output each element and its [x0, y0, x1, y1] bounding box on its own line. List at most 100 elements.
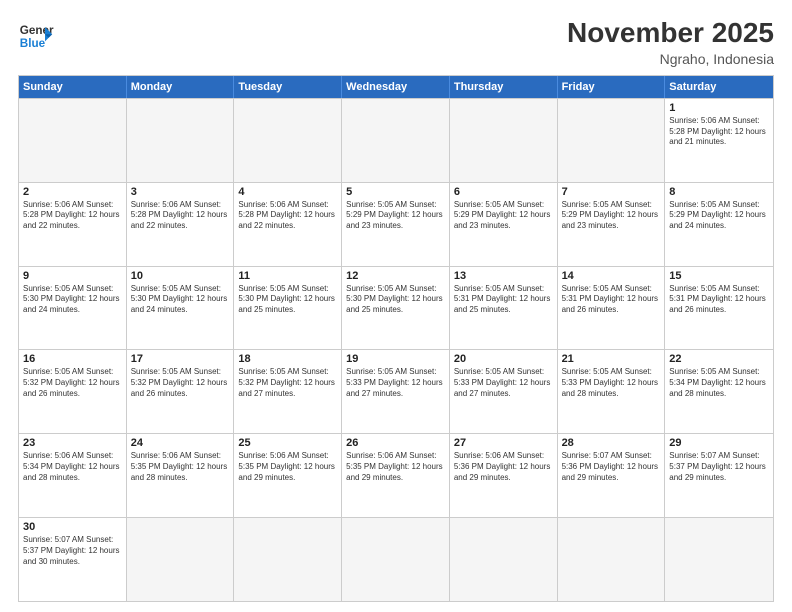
day-number: 25 [238, 437, 337, 449]
day-number: 30 [23, 521, 122, 533]
cal-cell: 6Sunrise: 5:05 AM Sunset: 5:29 PM Daylig… [450, 183, 558, 266]
cal-cell: 19 Sunrise: 5:05 AM Sunset: 5:33 PM Dayli… [342, 350, 450, 433]
day-info: Sunrise: 5:06 AM Sunset: 5:28 PM Dayligh… [131, 200, 230, 232]
day-info: Sunrise: 5:06 AM Sunset: 5:34 PM Dayligh… [23, 451, 122, 483]
cal-week-4: 23 Sunrise: 5:06 AM Sunset: 5:34 PM Dayli… [19, 433, 773, 517]
day-number: 21 [562, 353, 661, 365]
calendar: SundayMondayTuesdayWednesdayThursdayFrid… [18, 75, 774, 602]
cal-cell: 14 Sunrise: 5:05 AM Sunset: 5:31 PM Dayli… [558, 267, 666, 350]
cal-cell: 20 Sunrise: 5:05 AM Sunset: 5:33 PM Dayli… [450, 350, 558, 433]
day-info: Sunrise: 5:07 AM Sunset: 5:37 PM Dayligh… [669, 451, 769, 483]
cal-cell: 1Sunrise: 5:06 AM Sunset: 5:28 PM Daylig… [665, 99, 773, 182]
day-info: Sunrise: 5:05 AM Sunset: 5:31 PM Dayligh… [454, 284, 553, 316]
cal-cell: 17 Sunrise: 5:05 AM Sunset: 5:32 PM Dayli… [127, 350, 235, 433]
cal-header-monday: Monday [127, 76, 235, 98]
day-number: 1 [669, 102, 769, 114]
cal-cell [342, 518, 450, 601]
cal-cell [19, 99, 127, 182]
day-number: 26 [346, 437, 445, 449]
cal-cell [234, 518, 342, 601]
cal-cell: 12Sunrise: 5:05 AM Sunset: 5:30 PM Dayli… [342, 267, 450, 350]
day-number: 16 [23, 353, 122, 365]
cal-header-wednesday: Wednesday [342, 76, 450, 98]
day-info: Sunrise: 5:05 AM Sunset: 5:30 PM Dayligh… [346, 284, 445, 316]
cal-header-friday: Friday [558, 76, 666, 98]
cal-header-sunday: Sunday [19, 76, 127, 98]
day-number: 23 [23, 437, 122, 449]
cal-week-3: 16 Sunrise: 5:05 AM Sunset: 5:32 PM Dayli… [19, 349, 773, 433]
day-info: Sunrise: 5:06 AM Sunset: 5:28 PM Dayligh… [23, 200, 122, 232]
cal-cell: 2 Sunrise: 5:06 AM Sunset: 5:28 PM Daylig… [19, 183, 127, 266]
day-info: Sunrise: 5:05 AM Sunset: 5:33 PM Dayligh… [346, 367, 445, 399]
day-info: Sunrise: 5:05 AM Sunset: 5:32 PM Dayligh… [238, 367, 337, 399]
cal-cell [127, 518, 235, 601]
day-number: 29 [669, 437, 769, 449]
cal-cell: 22 Sunrise: 5:05 AM Sunset: 5:34 PM Dayli… [665, 350, 773, 433]
day-info: Sunrise: 5:05 AM Sunset: 5:30 PM Dayligh… [131, 284, 230, 316]
cal-week-5: 30 Sunrise: 5:07 AM Sunset: 5:37 PM Dayli… [19, 517, 773, 601]
day-number: 15 [669, 270, 769, 282]
day-info: Sunrise: 5:06 AM Sunset: 5:35 PM Dayligh… [238, 451, 337, 483]
cal-header-saturday: Saturday [665, 76, 773, 98]
day-info: Sunrise: 5:06 AM Sunset: 5:28 PM Dayligh… [238, 200, 337, 232]
cal-cell [234, 99, 342, 182]
cal-cell: 29 Sunrise: 5:07 AM Sunset: 5:37 PM Dayli… [665, 434, 773, 517]
cal-cell: 3 Sunrise: 5:06 AM Sunset: 5:28 PM Daylig… [127, 183, 235, 266]
cal-cell: 23 Sunrise: 5:06 AM Sunset: 5:34 PM Dayli… [19, 434, 127, 517]
day-number: 8 [669, 186, 769, 198]
cal-cell [450, 518, 558, 601]
cal-header-tuesday: Tuesday [234, 76, 342, 98]
cal-cell: 4 Sunrise: 5:06 AM Sunset: 5:28 PM Daylig… [234, 183, 342, 266]
day-info: Sunrise: 5:05 AM Sunset: 5:29 PM Dayligh… [346, 200, 445, 232]
calendar-title: November 2025 [567, 18, 774, 49]
day-number: 2 [23, 186, 122, 198]
day-info: Sunrise: 5:05 AM Sunset: 5:31 PM Dayligh… [562, 284, 661, 316]
cal-cell: 5Sunrise: 5:05 AM Sunset: 5:29 PM Daylig… [342, 183, 450, 266]
cal-cell: 21 Sunrise: 5:05 AM Sunset: 5:33 PM Dayli… [558, 350, 666, 433]
day-number: 13 [454, 270, 553, 282]
day-info: Sunrise: 5:05 AM Sunset: 5:33 PM Dayligh… [454, 367, 553, 399]
day-number: 18 [238, 353, 337, 365]
day-number: 22 [669, 353, 769, 365]
day-info: Sunrise: 5:07 AM Sunset: 5:36 PM Dayligh… [562, 451, 661, 483]
day-number: 10 [131, 270, 230, 282]
cal-week-1: 2 Sunrise: 5:06 AM Sunset: 5:28 PM Daylig… [19, 182, 773, 266]
day-info: Sunrise: 5:05 AM Sunset: 5:32 PM Dayligh… [23, 367, 122, 399]
cal-cell: 13 Sunrise: 5:05 AM Sunset: 5:31 PM Dayli… [450, 267, 558, 350]
day-info: Sunrise: 5:06 AM Sunset: 5:36 PM Dayligh… [454, 451, 553, 483]
cal-cell [342, 99, 450, 182]
day-number: 11 [238, 270, 337, 282]
day-number: 19 [346, 353, 445, 365]
page: General Blue November 2025 Ngraho, Indon… [0, 0, 792, 612]
day-number: 4 [238, 186, 337, 198]
day-info: Sunrise: 5:07 AM Sunset: 5:37 PM Dayligh… [23, 535, 122, 567]
cal-cell: 27 Sunrise: 5:06 AM Sunset: 5:36 PM Dayli… [450, 434, 558, 517]
day-info: Sunrise: 5:05 AM Sunset: 5:33 PM Dayligh… [562, 367, 661, 399]
cal-cell: 28Sunrise: 5:07 AM Sunset: 5:36 PM Dayli… [558, 434, 666, 517]
calendar-header-row: SundayMondayTuesdayWednesdayThursdayFrid… [19, 76, 773, 98]
day-number: 7 [562, 186, 661, 198]
day-number: 14 [562, 270, 661, 282]
day-number: 27 [454, 437, 553, 449]
day-info: Sunrise: 5:05 AM Sunset: 5:29 PM Dayligh… [562, 200, 661, 232]
header: General Blue November 2025 Ngraho, Indon… [18, 18, 774, 67]
svg-text:Blue: Blue [20, 37, 46, 50]
cal-header-thursday: Thursday [450, 76, 558, 98]
day-info: Sunrise: 5:05 AM Sunset: 5:34 PM Dayligh… [669, 367, 769, 399]
calendar-body: 1 Sunrise: 5:06 AM Sunset: 5:28 PM Daylig… [19, 98, 773, 601]
cal-week-0: 1Sunrise: 5:06 AM Sunset: 5:28 PM Daylig… [19, 98, 773, 182]
day-number: 24 [131, 437, 230, 449]
day-number: 17 [131, 353, 230, 365]
day-number: 20 [454, 353, 553, 365]
day-info: Sunrise: 5:05 AM Sunset: 5:32 PM Dayligh… [131, 367, 230, 399]
cal-cell: 16 Sunrise: 5:05 AM Sunset: 5:32 PM Dayli… [19, 350, 127, 433]
calendar-subtitle: Ngraho, Indonesia [567, 51, 774, 67]
day-info: Sunrise: 5:05 AM Sunset: 5:29 PM Dayligh… [669, 200, 769, 232]
cal-cell [558, 518, 666, 601]
cal-cell [127, 99, 235, 182]
cal-cell [665, 518, 773, 601]
cal-cell: 9Sunrise: 5:05 AM Sunset: 5:30 PM Daylig… [19, 267, 127, 350]
title-block: November 2025 Ngraho, Indonesia [567, 18, 774, 67]
cal-cell: 8 Sunrise: 5:05 AM Sunset: 5:29 PM Daylig… [665, 183, 773, 266]
day-number: 3 [131, 186, 230, 198]
